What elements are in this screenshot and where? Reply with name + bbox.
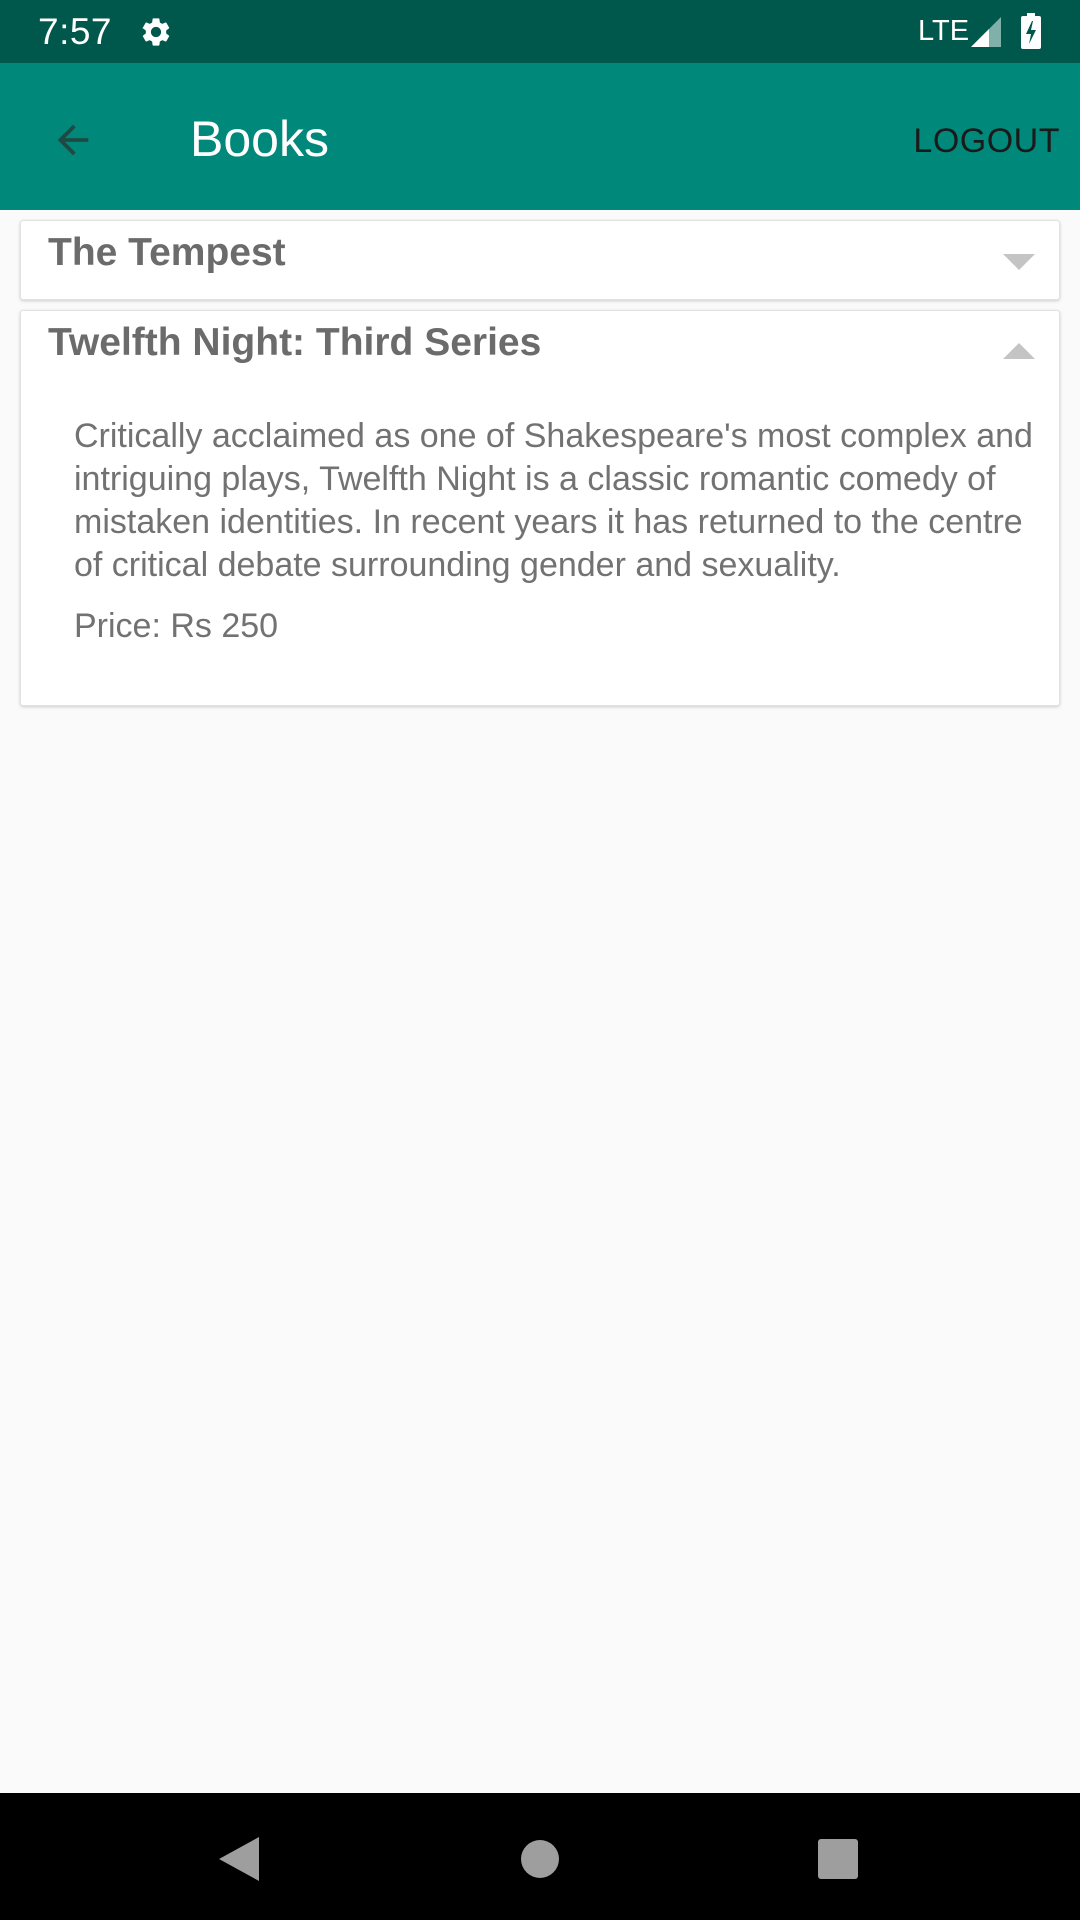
book-title: Twelfth Night: Third Series bbox=[48, 321, 542, 364]
battery-charging-icon bbox=[1021, 13, 1041, 49]
signal-icon bbox=[969, 15, 1003, 49]
app-bar: Books LOGOUT bbox=[0, 63, 1080, 210]
network-type-label: LTE bbox=[918, 15, 970, 47]
book-card: Twelfth Night: Third Series Critically a… bbox=[20, 310, 1060, 706]
status-time: 7:57 bbox=[38, 11, 113, 52]
book-card-header[interactable]: Twelfth Night: Third Series bbox=[21, 311, 1059, 391]
nav-back-icon[interactable] bbox=[205, 1823, 275, 1893]
back-button[interactable] bbox=[36, 103, 112, 179]
chevron-down-icon bbox=[1003, 254, 1035, 270]
book-price: Price: Rs 250 bbox=[74, 607, 279, 645]
book-card-header[interactable]: The Tempest bbox=[21, 221, 1059, 301]
book-description: Critically acclaimed as one of Shakespea… bbox=[74, 417, 1033, 584]
book-card: The Tempest bbox=[20, 220, 1060, 300]
nav-home-icon[interactable] bbox=[505, 1823, 575, 1893]
gear-icon bbox=[139, 15, 173, 49]
navigation-bar bbox=[0, 1793, 1080, 1920]
logout-button[interactable]: LOGOUT bbox=[890, 113, 1060, 169]
status-bar: 7:57 LTE bbox=[0, 0, 1080, 63]
chevron-up-icon bbox=[1003, 343, 1035, 359]
nav-recents-icon[interactable] bbox=[803, 1823, 873, 1893]
page-title: Books bbox=[190, 111, 329, 167]
book-details: Critically acclaimed as one of Shakespea… bbox=[74, 415, 1044, 648]
book-title: The Tempest bbox=[48, 231, 286, 274]
arrow-back-icon bbox=[57, 124, 89, 156]
